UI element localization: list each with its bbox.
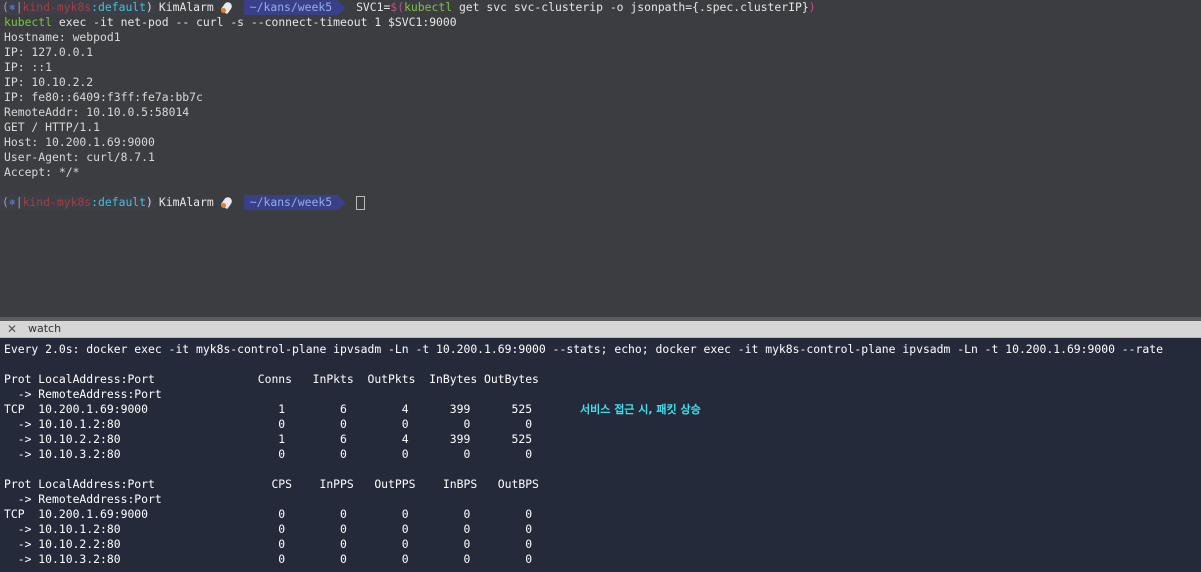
rate-row: -> 10.10.1.2:80 0 0 0 0 0 [4,522,533,536]
k8s-context-segment: (⎈|kind-myk8s:default) [0,195,155,210]
prompt-path: ~/kans/week5 [243,0,339,15]
prompt-path: ~/kans/week5 [243,195,339,210]
rate-row: TCP 10.200.1.69:9000 0 0 0 0 0 [4,507,533,521]
kubernetes-icon: ⎈ [8,0,16,14]
output-line: IP: ::1 [4,60,53,74]
terminal-pane[interactable]: (⎈|kind-myk8s:default) KimAlarm ~/kans/w… [0,0,1201,317]
rate-row: -> 10.10.2.2:80 0 0 0 0 0 [4,537,533,551]
command-line: SVC1=$(kubectl get svc svc-clusterip -o … [356,0,816,14]
pane-tab-bar: ✕ watch [0,321,1201,338]
shell-prompt: (⎈|kind-myk8s:default) KimAlarm ~/kans/w… [0,195,366,210]
prompt-user: KimAlarm [158,0,214,14]
output-line: Hostname: webpod1 [4,30,121,44]
output-line: RemoteAddr: 10.10.0.5:58014 [4,105,190,119]
output-line: IP: 10.10.2.2 [4,75,94,89]
stats-row: -> 10.10.1.2:80 0 0 0 0 0 [4,417,533,431]
powerline-arrow-icon [338,0,347,15]
stats-header-row: Prot LocalAddress:Port Conns InPkts OutP… [4,372,539,386]
k8s-context-segment: (⎈|kind-myk8s:default) [0,0,155,15]
output-line: IP: fe80::6409:f3ff:fe7a:bb7c [4,90,203,104]
powerline-arrow-icon [235,0,244,15]
kubernetes-icon: ⎈ [8,195,16,209]
output-line: Host: 10.200.1.69:9000 [4,135,155,149]
tab-watch[interactable]: watch [28,322,61,336]
output-line: Accept: */* [4,165,80,179]
prompt-user: KimAlarm [158,195,214,209]
close-icon[interactable]: ✕ [7,322,17,336]
output-line: User-Agent: curl/8.7.1 [4,150,155,164]
annotation-text: 서비스 접근 시, 패킷 상승 [580,403,701,416]
powerline-arrow-icon [338,195,347,210]
output-line: IP: 127.0.0.1 [4,45,94,59]
stats-subheader-row: -> RemoteAddress:Port [4,387,162,401]
rate-header-row: Prot LocalAddress:Port CPS InPPS OutPPS … [4,477,539,491]
shell-prompt: (⎈|kind-myk8s:default) KimAlarm ~/kans/w… [0,0,816,15]
stats-row: -> 10.10.2.2:80 1 6 4 399 525 [4,432,533,446]
rocket-icon [220,196,234,209]
stats-row: TCP 10.200.1.69:9000 1 6 4 399 525 [4,402,533,416]
rate-subheader-row: -> RemoteAddress:Port [4,492,162,506]
output-line: GET / HTTP/1.1 [4,120,101,134]
terminal-cursor[interactable] [356,195,366,210]
rocket-icon [220,1,234,14]
rate-row: -> 10.10.3.2:80 0 0 0 0 0 [4,552,533,566]
stats-row: -> 10.10.3.2:80 0 0 0 0 0 [4,447,533,461]
command-line: kubectl exec -it net-pod -- curl -s --co… [4,15,457,29]
powerline-arrow-icon [235,195,244,210]
watch-header: Every 2.0s: docker exec -it myk8s-contro… [4,342,1163,356]
